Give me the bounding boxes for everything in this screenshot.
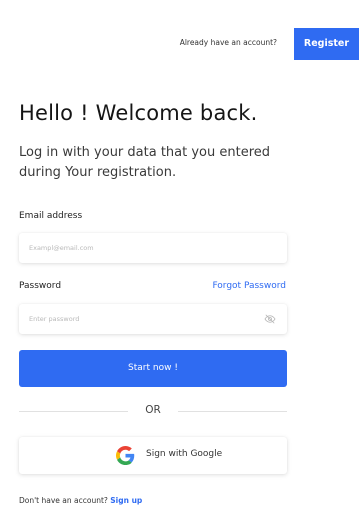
password-input[interactable]	[19, 304, 287, 334]
sign-with-google-button[interactable]: Sign with Google	[19, 437, 287, 474]
email-input[interactable]	[19, 233, 287, 263]
signup-prompt: Don't have an account? Sign up	[19, 496, 142, 505]
password-field-wrapper	[19, 304, 287, 334]
sign-up-link[interactable]: Sign up	[110, 496, 142, 505]
or-text: OR	[145, 404, 161, 416]
google-button-label: Sign with Google	[146, 449, 223, 459]
email-field-wrapper	[19, 233, 287, 263]
or-divider: OR	[19, 404, 287, 418]
divider-line-right	[178, 411, 287, 412]
password-label: Password	[19, 281, 62, 291]
top-bar: Already have an account? Register	[0, 28, 359, 60]
page-title: Hello ! Welcome back.	[19, 101, 258, 125]
eye-off-icon[interactable]	[264, 313, 276, 325]
page-subtitle: Log in with your data that you entered d…	[19, 145, 271, 180]
google-icon	[116, 446, 135, 465]
no-account-text: Don't have an account?	[19, 496, 108, 505]
email-label: Email address	[19, 211, 83, 221]
have-account-text: Already have an account?	[179, 38, 277, 47]
start-now-button[interactable]: Start now !	[19, 350, 287, 387]
register-button[interactable]: Register	[294, 28, 359, 60]
forgot-password-link[interactable]: Forgot Password	[212, 281, 286, 291]
